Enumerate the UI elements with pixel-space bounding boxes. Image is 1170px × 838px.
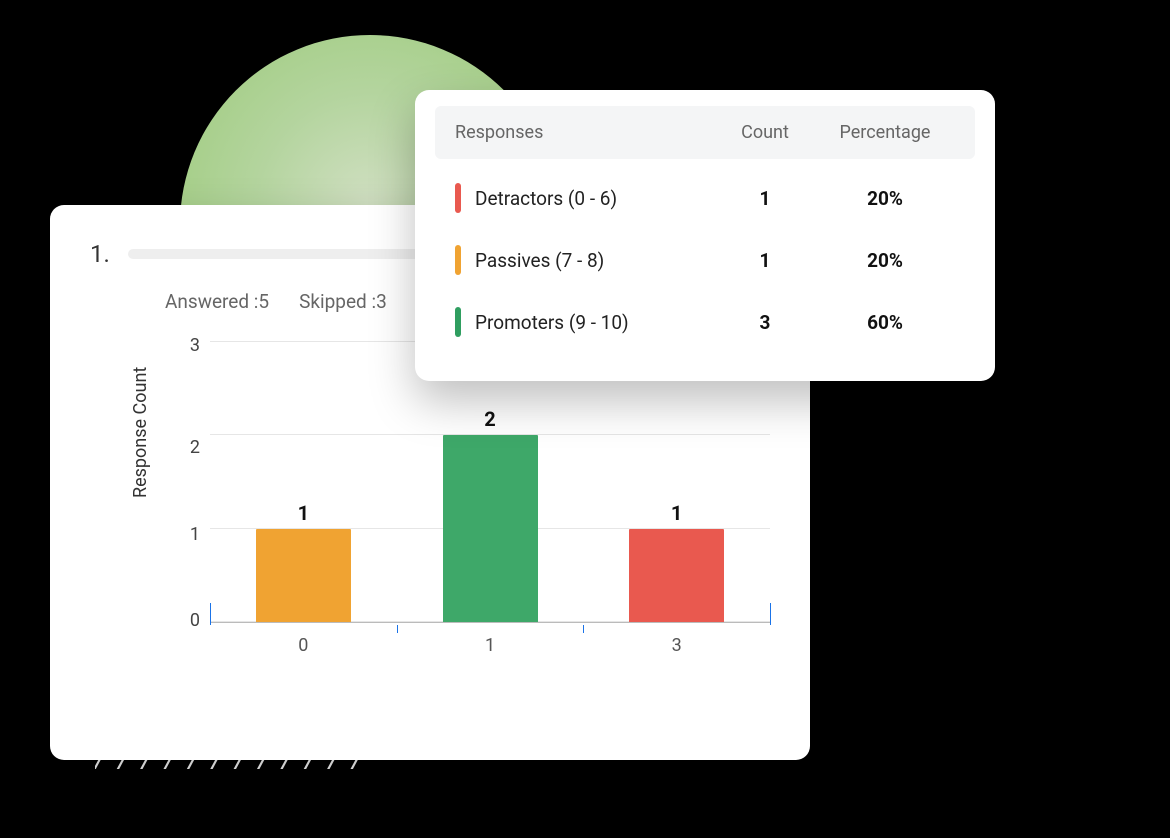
table-cell-percentage: 20% bbox=[815, 249, 955, 272]
chart-bar-value-label: 2 bbox=[443, 407, 538, 431]
table-cell-count: 3 bbox=[715, 311, 815, 334]
table-cell-percentage: 20% bbox=[815, 187, 955, 210]
chart-y-axis-ticks: 3210 bbox=[170, 343, 210, 623]
chart-bar: 1 bbox=[629, 529, 724, 622]
table-cell-response: Detractors (0 - 6) bbox=[455, 183, 715, 213]
table-row: Promoters (9 - 10) 360% bbox=[435, 291, 975, 353]
table-row: Detractors (0 - 6) 120% bbox=[435, 167, 975, 229]
chart-bar: 2 bbox=[443, 435, 538, 622]
table-cell-response: Promoters (9 - 10) bbox=[455, 307, 715, 337]
chart-bar: 1 bbox=[256, 529, 351, 622]
table-row: Passives (7 - 8) 120% bbox=[435, 229, 975, 291]
chart-y-tick: 1 bbox=[190, 524, 200, 545]
chart-bar-value-label: 1 bbox=[629, 501, 724, 525]
chart-x-tick-label: 1 bbox=[443, 635, 538, 656]
table-response-label: Promoters (9 - 10) bbox=[475, 311, 629, 334]
chart-x-axis: 0 1 3 bbox=[210, 625, 770, 655]
chart-x-tick-label: 0 bbox=[256, 635, 351, 656]
table-response-label: Passives (7 - 8) bbox=[475, 249, 604, 272]
chart-plot-area: 121 bbox=[210, 343, 770, 623]
table-cell-percentage: 60% bbox=[815, 311, 955, 334]
question-number: 1. bbox=[90, 240, 110, 268]
chart-x-tick-label: 3 bbox=[629, 635, 724, 656]
color-pill-icon bbox=[455, 183, 461, 213]
chart-x-endcap bbox=[770, 603, 771, 625]
table-header-count: Count bbox=[715, 122, 815, 143]
chart-y-tick: 2 bbox=[190, 437, 200, 458]
skipped-count: Skipped :3 bbox=[299, 290, 387, 313]
table-cell-response: Passives (7 - 8) bbox=[455, 245, 715, 275]
chart-y-axis-label: Response Count bbox=[130, 367, 151, 498]
table-header-responses: Responses bbox=[455, 122, 715, 143]
table-response-label: Detractors (0 - 6) bbox=[475, 187, 617, 210]
chart-x-tick bbox=[397, 625, 398, 633]
table-body: Detractors (0 - 6)120%Passives (7 - 8)12… bbox=[435, 167, 975, 353]
chart-bar-value-label: 1 bbox=[256, 501, 351, 525]
chart-y-tick: 0 bbox=[190, 610, 200, 631]
table-cell-count: 1 bbox=[715, 187, 815, 210]
chart-y-tick: 3 bbox=[190, 335, 200, 356]
table-cell-count: 1 bbox=[715, 249, 815, 272]
table-header-percentage: Percentage bbox=[815, 122, 955, 143]
response-summary-table: Responses Count Percentage Detractors (0… bbox=[415, 90, 995, 381]
response-count-chart: Response Count 3210 121 013 bbox=[170, 343, 770, 673]
table-header-row: Responses Count Percentage bbox=[435, 106, 975, 159]
chart-x-tick bbox=[583, 625, 584, 633]
answered-count: Answered :5 bbox=[165, 290, 269, 313]
color-pill-icon bbox=[455, 245, 461, 275]
color-pill-icon bbox=[455, 307, 461, 337]
chart-x-endcap bbox=[210, 603, 211, 625]
